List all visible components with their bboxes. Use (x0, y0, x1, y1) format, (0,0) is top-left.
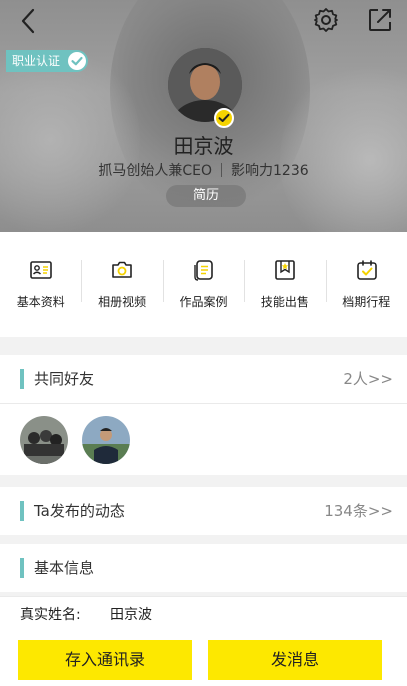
nav-item-skills[interactable]: 技能出售 (244, 232, 325, 337)
posts-header[interactable]: Ta发布的动态 134条>> (0, 487, 407, 535)
posts-count[interactable]: 134条>> (324, 487, 393, 535)
influence-score: 影响力1236 (231, 163, 309, 179)
nav-label: 相册视频 (98, 295, 147, 309)
section-accent-bar (20, 369, 24, 389)
mutual-friends-count[interactable]: 2人>> (343, 355, 393, 403)
job-title: 抓马创始人兼CEO (98, 163, 212, 179)
resume-button[interactable]: 简历 (166, 185, 246, 207)
nav-item-portfolio[interactable]: 作品案例 (162, 232, 244, 337)
friend-avatar[interactable] (20, 416, 68, 464)
certification-label: 职业认证 (12, 54, 61, 68)
basic-info-header: 基本信息 (0, 544, 407, 592)
profile-name: 田京波 (173, 134, 234, 158)
real-name-label: 真实姓名: (20, 607, 81, 623)
profile-subtitle: 抓马创始人兼CEO 影响力1236 (0, 160, 407, 180)
save-contact-button[interactable]: 存入通讯录 (18, 640, 192, 680)
mutual-friends-list (0, 403, 407, 475)
mutual-friends-title: 共同好友 (34, 370, 95, 388)
profile-nav: 基本资料 相册视频 作品案例 技能出售 档期行程 (0, 232, 407, 337)
real-name-value: 田京波 (110, 607, 152, 623)
posts-title: Ta发布的动态 (34, 502, 125, 520)
real-name-row: 真实姓名: 田京波 (0, 596, 407, 632)
mutual-friends-header[interactable]: 共同好友 2人>> (0, 355, 407, 403)
bookmark-star-icon (273, 258, 297, 282)
nav-label: 技能出售 (260, 295, 309, 309)
nav-item-album[interactable]: 相册视频 (81, 232, 162, 337)
gear-icon[interactable] (312, 6, 340, 34)
section-accent-bar (20, 558, 24, 578)
share-icon[interactable] (366, 6, 394, 34)
basic-info-title: 基本信息 (34, 559, 95, 577)
id-card-icon (29, 258, 53, 282)
send-message-button[interactable]: 发消息 (208, 640, 382, 680)
nav-label: 基本资料 (16, 295, 65, 309)
certification-badge: 职业认证 (6, 50, 88, 72)
subtitle-divider (221, 163, 222, 177)
nav-item-basic-info[interactable]: 基本资料 (0, 232, 81, 337)
nav-label: 档期行程 (342, 295, 391, 309)
section-accent-bar (20, 501, 24, 521)
document-stack-icon (192, 258, 216, 282)
bottom-action-bar: 存入通讯录 发消息 (0, 632, 407, 686)
back-arrow-icon[interactable] (14, 6, 44, 36)
camera-icon (110, 258, 134, 282)
check-circle-icon (68, 52, 86, 70)
verified-check-icon (214, 108, 234, 128)
nav-label: 作品案例 (179, 295, 228, 309)
friend-avatar[interactable] (82, 416, 130, 464)
calendar-check-icon (355, 258, 379, 282)
nav-item-schedule[interactable]: 档期行程 (325, 232, 407, 337)
profile-header: 职业认证 田京波 抓马创始人兼CEO 影响力1236 简历 (0, 0, 407, 232)
